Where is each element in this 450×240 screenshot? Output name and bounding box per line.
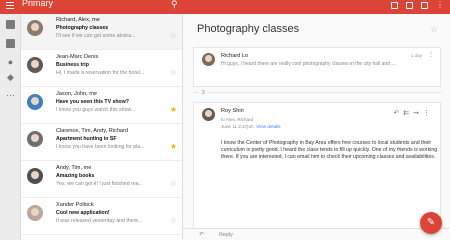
pencil-icon: ✎: [426, 217, 436, 228]
list-item[interactable]: Andy, Tim, me Amazing books Yes, we can …: [21, 162, 182, 198]
contacts-icon[interactable]: [6, 39, 15, 48]
sender-name: Roy Shin: [221, 108, 244, 114]
collapsed-message[interactable]: Richard Lo Hi guys, I heard there are re…: [193, 47, 441, 87]
mailbox-title: Primary: [22, 0, 53, 8]
message-snippet: Hi guys, I heard there are really cool p…: [221, 61, 396, 67]
forward-icon[interactable]: ➞: [413, 110, 423, 117]
archive-icon[interactable]: [391, 2, 398, 9]
message-meta: June 11 2:17pm View details: [221, 124, 281, 129]
message-time: 1 day: [410, 53, 422, 58]
avatar: [27, 57, 43, 73]
search-icon[interactable]: ⚲: [171, 0, 178, 10]
reply-all-icon[interactable]: ⇇: [403, 110, 413, 117]
subject: Photography classes: [56, 25, 109, 31]
avatar: [27, 205, 43, 221]
sender: Jean-Marc Denis: [56, 54, 99, 60]
hidden-count: 2: [199, 90, 208, 96]
subject: Have you seen this TV show?: [56, 99, 129, 105]
sender: Jason, John, me: [56, 91, 98, 97]
snippet: I know you have been looking for pla...: [56, 144, 145, 150]
message-time: June 11 2:17pm: [221, 124, 254, 129]
delete-icon[interactable]: [406, 2, 413, 9]
message-list: Richard, Alex, me Photography classes I'…: [21, 14, 183, 240]
subject: Business trip: [56, 62, 89, 68]
avatar: [27, 20, 43, 36]
expanded-message: Roy Shin to Alex, Richard June 11 2:17pm…: [193, 102, 441, 232]
list-item[interactable]: Clarence, Tim, Andy, Richard Apartment h…: [21, 125, 182, 161]
avatar: [202, 108, 215, 121]
thread-divider[interactable]: 2: [193, 90, 441, 100]
sender-name: Richard Lo: [221, 53, 249, 59]
app-bar: Primary ⚲ ⋮: [0, 0, 450, 14]
snippet: It was released yesterday and there...: [56, 218, 143, 224]
more-icon[interactable]: ⋮: [423, 110, 434, 117]
sender: Clarence, Tim, Andy, Richard: [56, 128, 129, 134]
subject: Amazing books: [56, 173, 95, 179]
list-item[interactable]: Jason, John, me Have you seen this TV sh…: [21, 88, 182, 124]
thread-title: Photography classes: [197, 23, 300, 35]
people-icon[interactable]: ●: [6, 58, 15, 67]
snippet: I know you guys watch this show...: [56, 107, 136, 113]
star-icon[interactable]: ★: [170, 143, 177, 151]
subject: Cool new application!: [56, 210, 110, 216]
more-icon[interactable]: ⋮: [436, 0, 444, 9]
avatar: [27, 94, 43, 110]
sender: Richard, Alex, me: [56, 17, 100, 23]
view-details-link[interactable]: View details: [256, 124, 280, 129]
compose-button[interactable]: ✎: [420, 212, 442, 234]
avatar: [202, 53, 215, 66]
star-icon[interactable]: ☆: [430, 24, 438, 35]
avatar: [27, 131, 43, 147]
star-icon[interactable]: ☆: [170, 217, 177, 225]
reply-icon[interactable]: ↶: [393, 110, 403, 117]
star-icon[interactable]: ☆: [170, 180, 177, 188]
more-dots-icon[interactable]: ⋯: [6, 91, 15, 100]
message-body: I know the Center of Photography in Bay …: [221, 140, 438, 160]
more-icon[interactable]: ⋮: [428, 51, 434, 58]
star-icon[interactable]: ☆: [170, 69, 177, 77]
message-actions: ↶⇇➞⋮: [393, 109, 434, 117]
reading-pane: Photography classes ☆ Richard Lo Hi guys…: [183, 14, 450, 240]
recipients: to Alex, Richard: [221, 117, 254, 122]
menu-icon[interactable]: [6, 2, 14, 10]
list-item[interactable]: Xander Pollock Cool new application! It …: [21, 199, 182, 235]
snippet: Yes, we can get it! I just finished rea.…: [56, 181, 143, 187]
label-icon[interactable]: ◆: [6, 73, 15, 82]
nav-rail: ● ◆ ⋯: [0, 14, 21, 240]
star-icon[interactable]: ☆: [170, 32, 177, 40]
reply-label[interactable]: Reply: [219, 232, 233, 238]
star-icon[interactable]: ★: [170, 106, 177, 114]
sender: Andy, Tim, me: [56, 165, 92, 171]
inbox-icon[interactable]: [6, 20, 15, 29]
sender: Xander Pollock: [56, 202, 94, 208]
reply-bar[interactable]: ↶ Reply: [183, 228, 450, 240]
list-item[interactable]: Jean-Marc Denis Business trip Hi, I made…: [21, 51, 182, 87]
list-item[interactable]: Richard, Alex, me Photography classes I'…: [21, 14, 182, 50]
reply-icon[interactable]: ↶: [199, 231, 204, 238]
avatar: [27, 168, 43, 184]
subject: Apartment hunting in SF: [56, 136, 117, 142]
snippet: Hi, I made a reservation for the hotel..…: [56, 70, 145, 76]
snippet: I'll see if we can get some abstra...: [56, 33, 136, 39]
mail-icon[interactable]: [421, 2, 428, 9]
